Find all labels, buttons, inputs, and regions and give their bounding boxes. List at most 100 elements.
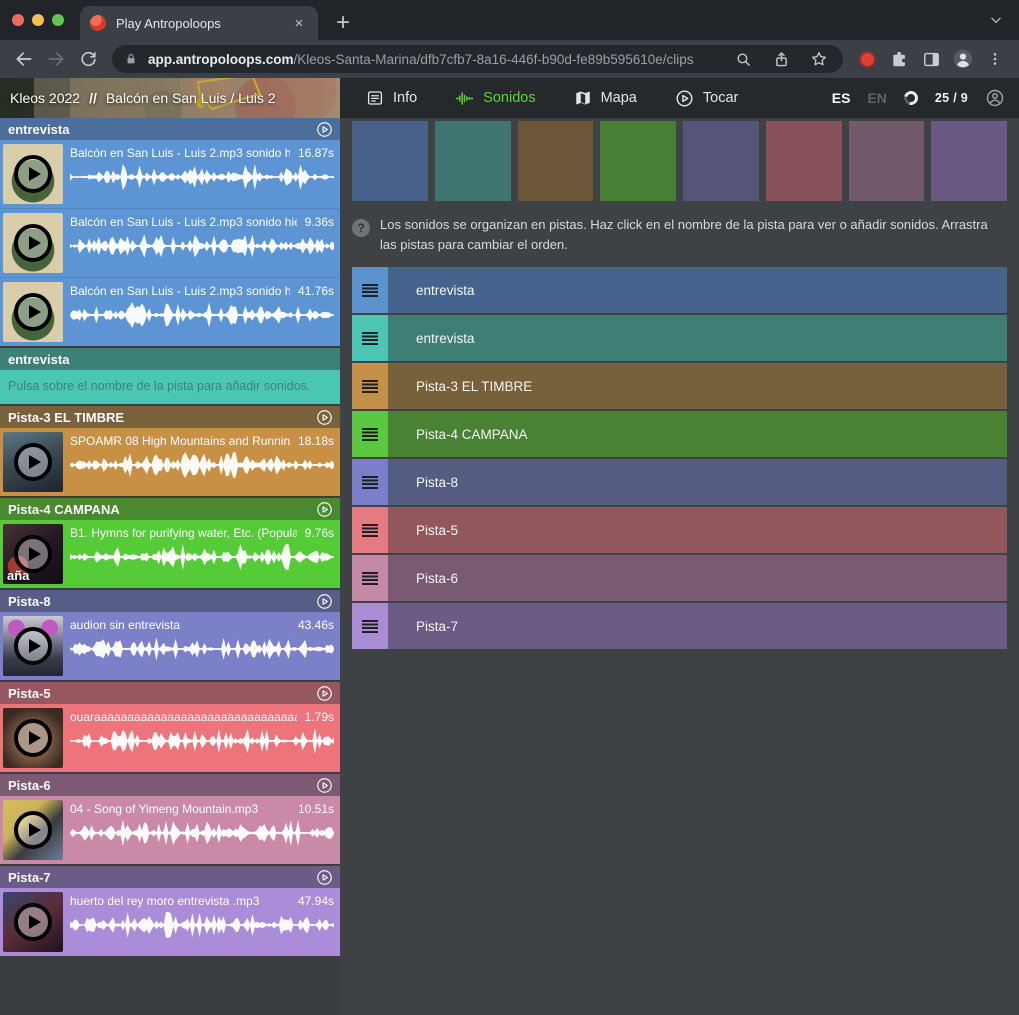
clip-play-icon[interactable] [14, 627, 52, 665]
drag-handle[interactable] [352, 459, 388, 505]
header-map-image[interactable]: Kleos 2022 // Balcón en San Luis / Luis … [0, 78, 340, 118]
track-header[interactable]: Pista-7 [0, 866, 340, 888]
sound-clip[interactable]: Balcón en San Luis - Luis 2.mp3 sonido h… [0, 208, 340, 277]
track-color-swatch[interactable] [518, 121, 594, 201]
track-header[interactable]: Pista-3 EL TIMBRE [0, 406, 340, 428]
clip-thumbnail[interactable] [3, 616, 63, 676]
track-play-icon[interactable] [316, 685, 333, 702]
track-play-icon[interactable] [316, 777, 333, 794]
track-row[interactable]: Pista-7 [352, 603, 1007, 649]
sound-clip[interactable]: huerto del rey moro entrevista .mp3 47.9… [0, 888, 340, 956]
sound-clip[interactable]: Balcón en San Luis - Luis 2.mp3 sonido h… [0, 277, 340, 346]
clip-waveform[interactable] [70, 912, 334, 938]
track-color-swatch[interactable] [435, 121, 511, 201]
drag-handle[interactable] [352, 315, 388, 361]
profile-avatar-icon[interactable] [949, 45, 977, 73]
track-header[interactable]: Pista-6 [0, 774, 340, 796]
clip-play-icon[interactable] [14, 811, 52, 849]
track-header[interactable]: Pista-4 CAMPANA [0, 498, 340, 520]
track-row[interactable]: Pista-8 [352, 459, 1007, 505]
language-en-button[interactable]: EN [867, 90, 886, 106]
bookmark-star-icon[interactable] [805, 45, 833, 73]
close-window-button[interactable] [12, 14, 24, 26]
sound-clip[interactable]: SPOAMR 08 High Mountains and Running ...… [0, 428, 340, 496]
browser-tab[interactable]: Play Antropoloops × [80, 6, 318, 40]
sound-clip[interactable]: audion sin entrevista 43.46s [0, 612, 340, 680]
clip-waveform[interactable] [70, 636, 334, 662]
track-play-icon[interactable] [316, 593, 333, 610]
close-tab-icon[interactable]: × [290, 16, 308, 31]
sound-clip[interactable]: Balcón en San Luis - Luis 2.mp3 sonido h… [0, 140, 340, 208]
drag-handle[interactable] [352, 411, 388, 457]
drag-handle[interactable] [352, 603, 388, 649]
sound-clip[interactable]: ouaraaaaaaaaaaaaaaaaaaaaaaaaaaaaaaaaaa..… [0, 704, 340, 772]
drag-handle[interactable] [352, 267, 388, 313]
drag-handle[interactable] [352, 507, 388, 553]
clip-waveform[interactable] [70, 302, 334, 328]
track-row[interactable]: entrevista [352, 315, 1007, 361]
sound-clip[interactable]: 04 - Song of Yimeng Mountain.mp3 10.51s [0, 796, 340, 864]
language-es-button[interactable]: ES [832, 90, 851, 106]
track-play-icon[interactable] [316, 869, 333, 886]
track-color-swatch[interactable] [352, 121, 428, 201]
clip-waveform[interactable] [70, 164, 334, 190]
tab-list-chevron-icon[interactable] [989, 13, 1003, 27]
clip-thumbnail[interactable] [3, 144, 63, 204]
clip-play-icon[interactable] [14, 224, 52, 262]
track-color-swatch[interactable] [931, 121, 1007, 201]
track-color-swatch[interactable] [600, 121, 676, 201]
extensions-puzzle-icon[interactable] [885, 45, 913, 73]
minimize-window-button[interactable] [32, 14, 44, 26]
nav-sonidos[interactable]: Sonidos [455, 89, 535, 108]
drag-handle[interactable] [352, 363, 388, 409]
clip-play-icon[interactable] [14, 719, 52, 757]
track-header[interactable]: entrevista [0, 118, 340, 140]
track-row[interactable]: Pista-3 EL TIMBRE [352, 363, 1007, 409]
clip-thumbnail[interactable] [3, 892, 63, 952]
zoom-page-icon[interactable] [729, 45, 757, 73]
track-header[interactable]: entrevista [0, 348, 340, 370]
fullscreen-window-button[interactable] [52, 14, 64, 26]
share-icon[interactable] [767, 45, 795, 73]
sound-clip[interactable]: aña B1. Hymns for purifying water, Etc. … [0, 520, 340, 588]
back-button-icon[interactable] [10, 45, 38, 73]
record-extension-icon[interactable] [853, 45, 881, 73]
track-color-swatch[interactable] [766, 121, 842, 201]
track-row[interactable]: Pista-6 [352, 555, 1007, 601]
nav-mapa[interactable]: Mapa [574, 89, 637, 107]
clip-thumbnail[interactable] [3, 213, 63, 273]
nav-info[interactable]: Info [366, 89, 417, 107]
clip-thumbnail[interactable] [3, 432, 63, 492]
clip-waveform[interactable] [70, 233, 334, 259]
clip-thumbnail[interactable] [3, 708, 63, 768]
drag-handle[interactable] [352, 555, 388, 601]
clip-play-icon[interactable] [14, 293, 52, 331]
breadcrumb-project[interactable]: Kleos 2022 [10, 90, 80, 106]
track-color-swatch[interactable] [849, 121, 925, 201]
clip-waveform[interactable] [70, 728, 334, 754]
clip-waveform[interactable] [70, 452, 334, 478]
track-color-swatch[interactable] [683, 121, 759, 201]
track-row[interactable]: Pista-4 CAMPANA [352, 411, 1007, 457]
track-header[interactable]: Pista-5 [0, 682, 340, 704]
reload-button-icon[interactable] [74, 45, 102, 73]
track-row[interactable]: entrevista [352, 267, 1007, 313]
lock-icon[interactable] [124, 52, 138, 66]
forward-button-icon[interactable] [42, 45, 70, 73]
track-row[interactable]: Pista-5 [352, 507, 1007, 553]
side-panel-icon[interactable] [917, 45, 945, 73]
clip-waveform[interactable] [70, 820, 334, 846]
account-icon[interactable] [985, 88, 1005, 108]
clip-thumbnail[interactable] [3, 282, 63, 342]
track-play-icon[interactable] [316, 501, 333, 518]
track-header[interactable]: Pista-8 [0, 590, 340, 612]
clip-play-icon[interactable] [14, 903, 52, 941]
clip-play-icon[interactable] [14, 443, 52, 481]
clip-thumbnail[interactable] [3, 800, 63, 860]
track-play-icon[interactable] [316, 409, 333, 426]
track-play-icon[interactable] [316, 121, 333, 138]
clip-play-icon[interactable] [14, 155, 52, 193]
nav-tocar[interactable]: Tocar [675, 89, 738, 108]
clip-waveform[interactable] [70, 544, 334, 570]
address-bar[interactable]: app.antropoloops.com/Kleos-Santa-Marina/… [112, 45, 843, 73]
